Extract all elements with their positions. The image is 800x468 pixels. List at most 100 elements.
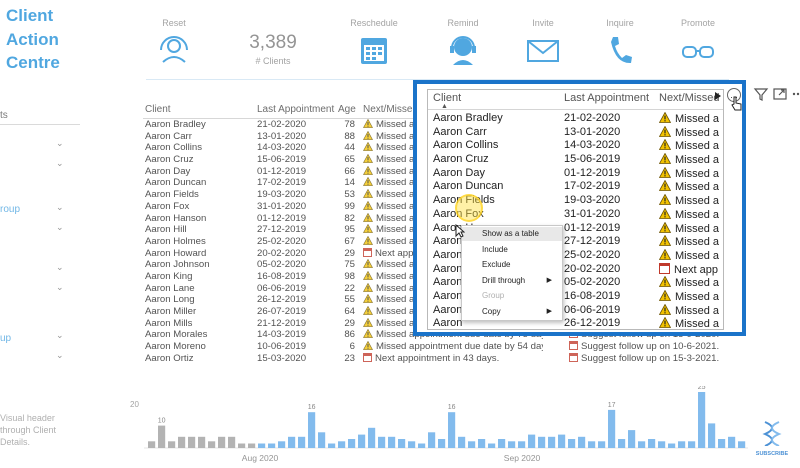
popup-table-row[interactable]: Aaron Cruz 15-06-2019 Missed a — [428, 151, 723, 166]
chart-bar[interactable] — [228, 436, 236, 448]
chart-bar[interactable] — [308, 412, 316, 448]
chart-bar[interactable] — [668, 443, 676, 449]
scroll-right-icon[interactable] — [715, 92, 721, 100]
chart-bar[interactable] — [698, 392, 706, 448]
chart-bar[interactable] — [588, 441, 596, 448]
chart-bar[interactable] — [258, 443, 266, 449]
chart-bar[interactable] — [488, 443, 496, 449]
popup-table-row[interactable]: Aaron Duncan 17-02-2019 Missed a — [428, 178, 723, 193]
chart-bar[interactable] — [468, 441, 476, 448]
chart-bar[interactable] — [198, 436, 206, 448]
chart-bar[interactable] — [548, 436, 556, 448]
menu-item-drill-through[interactable]: Drill through ▶ — [462, 274, 562, 288]
cell-last-appointment: 26-12-2019 — [564, 317, 621, 330]
filter-icon[interactable] — [753, 86, 769, 102]
invite-button[interactable]: Invite — [511, 18, 575, 71]
chart-bar[interactable] — [658, 441, 666, 448]
chart-bar[interactable] — [408, 441, 416, 448]
menu-item-include[interactable]: Include — [462, 243, 562, 257]
chart-bar[interactable] — [368, 427, 376, 448]
subscribe-badge[interactable]: SUBSCRIBE — [752, 420, 792, 457]
chart-bar[interactable] — [288, 436, 296, 448]
chart-bar[interactable] — [518, 441, 526, 448]
chart-bar[interactable] — [508, 441, 516, 448]
chart-bar[interactable] — [648, 439, 656, 448]
chart-bar[interactable] — [388, 436, 396, 448]
chart-bar[interactable] — [268, 443, 276, 449]
chart-bar[interactable] — [338, 441, 346, 448]
column-header-next[interactable]: Next/Missed — [659, 92, 720, 104]
chart-bar[interactable] — [218, 436, 226, 448]
chevron-down-icon[interactable]: ⌄ — [56, 158, 64, 169]
promote-button[interactable]: Promote — [666, 18, 730, 71]
popup-table-row[interactable]: Aaron Carr 13-01-2020 Missed a — [428, 124, 723, 139]
chart-bar[interactable] — [358, 434, 366, 448]
chart-bar[interactable] — [568, 439, 576, 448]
column-header-client[interactable]: Client — [145, 104, 171, 115]
column-header-last-appointment[interactable]: Last Appointment — [257, 104, 334, 115]
popup-table-row[interactable]: Aaron Bradley 21-02-2020 Missed a — [428, 110, 723, 125]
chart-bar[interactable] — [708, 423, 716, 448]
chart-bar[interactable] — [188, 436, 196, 448]
chart-bar[interactable] — [248, 443, 256, 449]
chart-bar[interactable] — [598, 441, 606, 448]
chevron-down-icon[interactable]: ⌄ — [56, 202, 64, 213]
more-options-icon[interactable] — [790, 86, 800, 102]
chart-bar[interactable] — [438, 439, 446, 448]
table-row[interactable]: Aaron Ortiz 15-03-2020 23 Next appointment … — [143, 352, 719, 365]
chart-bar[interactable] — [158, 425, 166, 448]
chart-bar[interactable] — [208, 441, 216, 448]
chevron-down-icon[interactable]: ⌄ — [56, 138, 64, 149]
chart-bar[interactable] — [738, 441, 746, 448]
popup-table-row[interactable]: Aaron26-07-2019Missed a — [428, 329, 723, 330]
chart-bar[interactable] — [238, 443, 246, 449]
chart-bar[interactable] — [538, 436, 546, 448]
chart-bar[interactable] — [718, 439, 726, 448]
chart-bar[interactable] — [528, 434, 536, 448]
chevron-down-icon[interactable]: ⌄ — [56, 282, 64, 293]
chevron-down-icon[interactable]: ⌄ — [56, 330, 64, 341]
menu-item-copy[interactable]: Copy ▶ — [462, 305, 562, 319]
chart-bar[interactable] — [278, 441, 286, 448]
sort-ascending-icon[interactable]: ▲ — [441, 103, 448, 110]
reset-button[interactable]: Reset — [142, 18, 206, 71]
chart-bar[interactable] — [418, 443, 426, 449]
chart-bar[interactable] — [628, 430, 636, 448]
chart-bar[interactable] — [348, 439, 356, 448]
column-header-age[interactable]: Age — [338, 104, 356, 115]
remind-button[interactable]: Remind — [431, 18, 495, 71]
column-header-last-appointment[interactable]: Last Appointment — [564, 92, 649, 104]
chart-bar[interactable] — [728, 436, 736, 448]
chart-bar[interactable] — [318, 432, 326, 448]
chart-bar[interactable] — [678, 441, 686, 448]
chart-bar[interactable] — [428, 432, 436, 448]
chart-bar[interactable] — [618, 439, 626, 448]
chart-bar[interactable] — [638, 441, 646, 448]
chart-bar[interactable] — [498, 439, 506, 448]
inquire-button[interactable]: Inquire — [588, 18, 652, 71]
popup-table-row[interactable]: Aaron Collins 14-03-2020 Missed a — [428, 137, 723, 152]
table-row[interactable]: Aaron Moreno 10-06-2019 6 Missed appointmen… — [143, 341, 719, 353]
chart-bar[interactable] — [458, 436, 466, 448]
menu-item-show-as-table[interactable]: Show as a table — [462, 227, 562, 241]
focus-mode-icon[interactable] — [772, 86, 788, 102]
chart-bar[interactable] — [448, 412, 456, 448]
chart-bar[interactable] — [298, 436, 306, 448]
chart-bar[interactable] — [578, 436, 586, 448]
reschedule-button[interactable]: Reschedule — [342, 18, 406, 71]
chevron-down-icon[interactable]: ⌄ — [56, 350, 64, 361]
chart-bar[interactable] — [398, 439, 406, 448]
chart-bar[interactable] — [558, 434, 566, 448]
chevron-down-icon[interactable]: ⌄ — [56, 262, 64, 273]
chart-bar[interactable] — [178, 436, 186, 448]
chart-bar[interactable] — [328, 443, 336, 449]
chart-bar[interactable] — [168, 441, 176, 448]
chart-bar[interactable] — [148, 441, 156, 448]
chart-bar[interactable] — [478, 439, 486, 448]
chart-bar[interactable] — [688, 441, 696, 448]
chart-bar[interactable] — [378, 436, 386, 448]
menu-item-exclude[interactable]: Exclude — [462, 258, 562, 272]
chevron-down-icon[interactable]: ⌄ — [56, 222, 64, 233]
chart-bar[interactable] — [608, 409, 616, 448]
popup-table-row[interactable]: Aaron Day 01-12-2019 Missed a — [428, 165, 723, 180]
